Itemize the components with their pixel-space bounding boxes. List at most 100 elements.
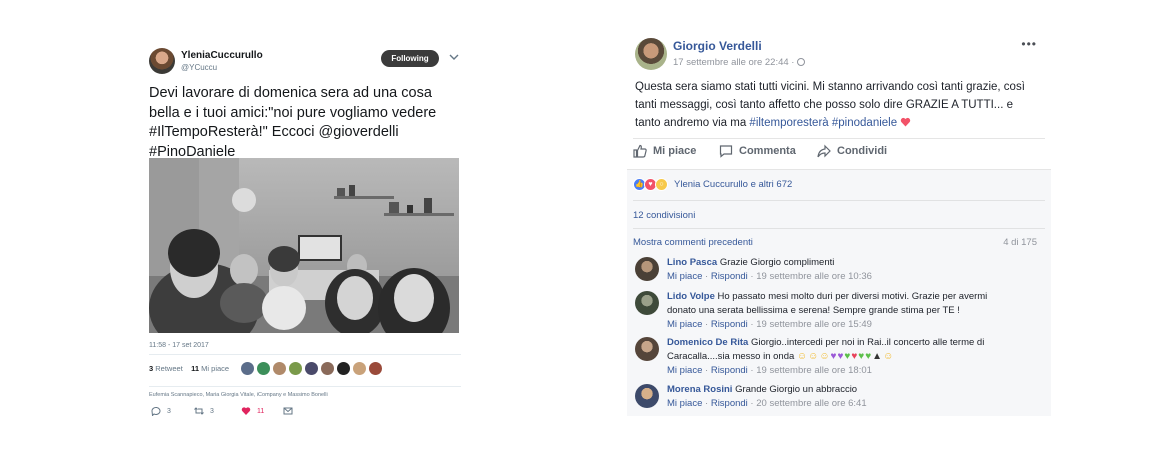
- reactions-summary[interactable]: 👍 ♥ ○ Ylenia Cuccurullo e altri 672: [633, 178, 792, 191]
- tweet-timestamp[interactable]: 11:58 - 17 set 2017: [149, 342, 209, 349]
- comment-author[interactable]: Lino Pasca: [667, 257, 717, 268]
- comment-author[interactable]: Morena Rosini: [667, 384, 732, 395]
- avatar[interactable]: [305, 362, 318, 375]
- avatar[interactable]: [337, 362, 350, 375]
- post-text-segment: tanto andremo via ma: [635, 117, 750, 129]
- reply-count: 3: [167, 407, 171, 415]
- comment-meta: Mi piace · Rispondi · 19 settembre alle …: [667, 271, 872, 282]
- post-author-name[interactable]: Giorgio Verdelli: [673, 39, 762, 53]
- divider: [633, 228, 1045, 229]
- comment-like-link[interactable]: Mi piace: [667, 271, 702, 282]
- thread-participants[interactable]: Eufemia Scannapieco, Maria Giorgia Vital…: [149, 392, 328, 398]
- retweet-button[interactable]: 3: [194, 406, 214, 416]
- thumbs-up-icon: [633, 144, 647, 158]
- comment-button[interactable]: Commenta: [719, 144, 796, 158]
- retweets-count: 3: [149, 364, 154, 373]
- share-button[interactable]: Condividi: [817, 144, 887, 158]
- show-previous-comments-link[interactable]: Mostra commenti precedenti: [633, 237, 753, 248]
- comment-reply-link[interactable]: Rispondi: [711, 271, 748, 282]
- likes-count: 11: [191, 364, 200, 373]
- likes-stat[interactable]: 11 Mi piace: [191, 364, 229, 373]
- direct-message-button[interactable]: [283, 406, 293, 416]
- comment-like-link[interactable]: Mi piace: [667, 319, 702, 330]
- post-actions: Mi piace Commenta Condividi: [633, 142, 1045, 164]
- tweet-text-line: Devi lavorare di domenica sera ad una co…: [149, 85, 432, 101]
- comment-timestamp[interactable]: 19 settembre alle ore 18:01: [756, 365, 872, 376]
- avatar[interactable]: [321, 362, 334, 375]
- avatar[interactable]: [635, 384, 659, 408]
- avatar[interactable]: [635, 291, 659, 315]
- sunglasses-emoji-icon: ☺: [883, 351, 895, 362]
- tweet-text: Devi lavorare di domenica sera ad una co…: [149, 84, 464, 162]
- likers-avatars: [241, 362, 382, 375]
- comment-body: Domenico De Rita Giorgio..intercedi per …: [667, 336, 1037, 378]
- comment-meta: Mi piace · Rispondi · 19 settembre alle …: [667, 319, 872, 330]
- comment-author[interactable]: Domenico De Rita: [667, 337, 748, 348]
- reactions-text: Ylenia Cuccurullo e altri 672: [674, 179, 793, 190]
- comment-body: Morena Rosini Grande Giorgio un abbracci…: [667, 383, 1037, 411]
- divider: [149, 354, 461, 355]
- avatar[interactable]: [273, 362, 286, 375]
- avatar[interactable]: [635, 337, 659, 361]
- retweets-stat[interactable]: 3 Retweet: [149, 364, 183, 373]
- heart-icon: [241, 407, 251, 415]
- post-date[interactable]: 17 settembre alle ore 22:44 ·: [673, 57, 806, 68]
- top-emoji-icon: ▲: [872, 351, 884, 362]
- reply-button[interactable]: 3: [151, 406, 171, 416]
- shares-count[interactable]: 12 condivisioni: [633, 210, 695, 221]
- avatar[interactable]: [353, 362, 366, 375]
- hashtag-link[interactable]: #pinodaniele: [832, 117, 897, 129]
- comment-timestamp[interactable]: 20 settembre alle ore 6:41: [756, 398, 866, 409]
- avatar[interactable]: [289, 362, 302, 375]
- tweet-author-name[interactable]: YleniaCuccurullo: [181, 50, 263, 61]
- post-text-line: tanto andremo via ma #iltemporesterà #pi…: [635, 114, 1039, 132]
- green-heart-icon: ♥♥: [858, 351, 873, 362]
- post-header: Giorgio Verdelli 17 settembre alle ore 2…: [627, 28, 1051, 136]
- like-label: Mi piace: [653, 145, 697, 157]
- avatar[interactable]: [369, 362, 382, 375]
- comment-like-link[interactable]: Mi piace: [667, 398, 702, 409]
- tweet-text-line: bella e i tuoi amici:"noi pure vogliamo …: [149, 104, 437, 121]
- comment-author[interactable]: Lido Volpe: [667, 291, 715, 302]
- comment-timestamp[interactable]: 19 settembre alle ore 15:49: [756, 319, 872, 330]
- tweet-author-handle[interactable]: @YCuccu: [181, 63, 217, 72]
- avatar[interactable]: [257, 362, 270, 375]
- heart-emoji-icon: [901, 117, 911, 127]
- post-text-line: tanti messaggi, così tanto affetto che p…: [635, 99, 1013, 111]
- tweet-actions: 3 3 11: [149, 406, 461, 420]
- like-button[interactable]: Mi piace: [633, 144, 696, 158]
- like-count: 11: [257, 407, 265, 415]
- retweet-count: 3: [210, 407, 214, 415]
- comment-like-link[interactable]: Mi piace: [667, 365, 702, 376]
- more-options-icon[interactable]: •••: [1021, 37, 1037, 51]
- tweet-photo[interactable]: [149, 158, 459, 333]
- share-icon: [817, 144, 831, 158]
- divider: [633, 200, 1045, 201]
- hashtag-link[interactable]: #iltemporesterà: [749, 117, 828, 129]
- group-selfie-image: [149, 158, 459, 333]
- comment-text: Caracalla....sia messo in onda: [667, 351, 795, 362]
- comment-timestamp[interactable]: 19 settembre alle ore 10:36: [756, 271, 872, 282]
- post-date-text: 17 settembre alle ore 22:44: [673, 57, 789, 68]
- comment-reply-link[interactable]: Rispondi: [711, 398, 748, 409]
- like-button[interactable]: 11: [241, 406, 264, 416]
- comment-reply-link[interactable]: Rispondi: [711, 365, 748, 376]
- chevron-down-icon[interactable]: [448, 51, 460, 63]
- avatar[interactable]: [635, 257, 659, 281]
- smile-emoji-icon: ☺☺☺: [796, 351, 831, 362]
- avatar[interactable]: [635, 38, 667, 70]
- comment-text: Giorgio..intercedi per noi in Rai..il co…: [750, 337, 985, 348]
- purple-heart-icon: ♥♥: [830, 351, 845, 362]
- avatar[interactable]: [241, 362, 254, 375]
- avatar[interactable]: [149, 48, 175, 74]
- comment-body: Lino Pasca Grazie Giorgio complimenti Mi…: [667, 256, 1037, 284]
- following-button[interactable]: Following: [381, 50, 439, 67]
- comment-icon: [719, 145, 733, 158]
- comment-reply-link[interactable]: Rispondi: [711, 319, 748, 330]
- comment-body: Lido Volpe Ho passato mesi molto duri pe…: [667, 290, 1037, 332]
- post-text-line: Questa sera siamo stati tutti vicini. Mi…: [635, 81, 1025, 93]
- comments-counter: 4 di 175: [1003, 237, 1037, 248]
- tweet-stats: 3 Retweet 11 Mi piace: [149, 362, 461, 378]
- likes-label: Mi piace: [201, 364, 230, 373]
- comment-text: Grazie Giorgio complimenti: [719, 257, 835, 268]
